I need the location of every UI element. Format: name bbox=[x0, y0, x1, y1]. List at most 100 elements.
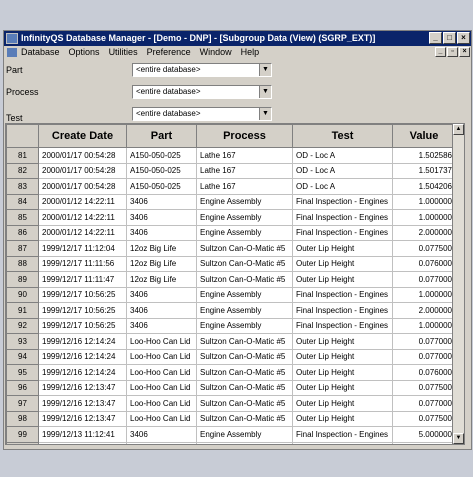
part-cell[interactable]: Loo-Hoo Can Lid bbox=[126, 410, 197, 427]
test-cell[interactable]: Outer Lip Height bbox=[292, 364, 393, 381]
value-cell[interactable]: 0.077500 bbox=[392, 240, 456, 257]
process-cell[interactable]: Sultzon Can-O-Matic #5 bbox=[196, 379, 293, 396]
test-cell[interactable]: Outer Lip Height bbox=[292, 255, 393, 272]
test-select[interactable]: <entire database> ▼ bbox=[132, 107, 272, 121]
test-cell[interactable]: Outer Lip Height bbox=[292, 410, 393, 427]
table-row[interactable]: 89 1999/12/17 11:11:47 12oz Big Life Sultzo… bbox=[6, 271, 456, 288]
part-cell[interactable]: Loo-Hoo Can Lid bbox=[126, 395, 197, 412]
value-cell[interactable]: 0.077000 bbox=[392, 333, 456, 350]
maximize-button[interactable]: □ bbox=[443, 32, 456, 44]
process-cell[interactable]: Sultzon Can-O-Matic #5 bbox=[196, 410, 293, 427]
table-row[interactable]: 98 1999/12/16 12:13:47 Loo-Hoo Can Lid Sult… bbox=[6, 410, 456, 427]
test-cell[interactable]: Outer Lip Height bbox=[292, 379, 393, 396]
table-row[interactable]: 83 2000/01/17 00:54:28 A150-050-025 Lathe 1… bbox=[6, 178, 456, 195]
row-number[interactable]: 84 bbox=[6, 193, 39, 210]
part-cell[interactable]: Loo-Hoo Can Lid bbox=[126, 379, 197, 396]
value-cell[interactable]: 0.077500 bbox=[392, 410, 456, 427]
process-cell[interactable]: Sultzon Can-O-Matic #5 bbox=[196, 364, 293, 381]
value-cell[interactable]: 0.076000 bbox=[392, 255, 456, 272]
create-date-cell[interactable]: 1999/12/17 10:56:25 bbox=[38, 286, 127, 303]
menu-database[interactable]: Database bbox=[21, 47, 60, 57]
menu-options[interactable]: Options bbox=[69, 47, 100, 57]
table-row[interactable]: 87 1999/12/17 11:12:04 12oz Big Life Sultzo… bbox=[6, 240, 456, 257]
test-cell[interactable]: OD - Loc A bbox=[292, 162, 393, 179]
test-cell[interactable]: Outer Lip Height bbox=[292, 348, 393, 365]
row-number[interactable]: 81 bbox=[6, 147, 39, 164]
row-number[interactable]: 95 bbox=[6, 364, 39, 381]
test-cell[interactable]: Outer Lip Height bbox=[292, 271, 393, 288]
child-restore-button[interactable]: ▫ bbox=[447, 47, 458, 57]
corner-cell[interactable] bbox=[6, 124, 39, 148]
create-date-cell[interactable]: 1999/12/16 12:14:24 bbox=[38, 364, 127, 381]
value-cell[interactable]: 1.502586 bbox=[392, 147, 456, 164]
process-cell[interactable]: Engine Assembly bbox=[196, 209, 293, 226]
create-date-cell[interactable]: 1999/12/17 11:12:04 bbox=[38, 240, 127, 257]
create-date-cell[interactable]: 2000/01/12 14:22:11 bbox=[38, 224, 127, 241]
part-cell[interactable]: Loo-Hoo Can Lid bbox=[126, 348, 197, 365]
table-row[interactable]: 82 2000/01/17 00:54:28 A150-050-025 Lathe 1… bbox=[6, 162, 456, 179]
create-date-cell[interactable]: 1999/12/16 12:13:47 bbox=[38, 410, 127, 427]
row-number[interactable]: 82 bbox=[6, 162, 39, 179]
part-cell[interactable]: 3406 bbox=[126, 193, 197, 210]
process-cell[interactable]: Lathe 167 bbox=[196, 178, 293, 195]
part-cell[interactable]: 3406 bbox=[126, 317, 197, 334]
test-cell[interactable]: Final Inspection - Engines bbox=[292, 426, 393, 443]
process-cell[interactable]: Engine Assembly bbox=[196, 302, 293, 319]
table-row[interactable]: 81 2000/01/17 00:54:28 A150-050-025 Lathe 1… bbox=[6, 147, 456, 164]
close-button[interactable]: × bbox=[457, 32, 470, 44]
row-number[interactable]: 92 bbox=[6, 317, 39, 334]
test-cell[interactable]: OD - Loc A bbox=[292, 147, 393, 164]
scroll-down-icon[interactable]: ▼ bbox=[453, 433, 464, 444]
table-row[interactable]: 96 1999/12/16 12:13:47 Loo-Hoo Can Lid Sult… bbox=[6, 379, 456, 396]
process-select[interactable]: <entire database> ▼ bbox=[132, 85, 272, 99]
column-header-create-date[interactable]: Create Date bbox=[38, 124, 127, 148]
dropdown-arrow-icon[interactable]: ▼ bbox=[259, 108, 271, 120]
part-cell[interactable]: 12oz Big Life bbox=[126, 271, 197, 288]
create-date-cell[interactable]: 1999/12/16 12:14:24 bbox=[38, 348, 127, 365]
process-cell[interactable]: Sultzon Can-O-Matic #5 bbox=[196, 271, 293, 288]
dropdown-arrow-icon[interactable]: ▼ bbox=[259, 64, 271, 76]
column-header-value[interactable]: Value bbox=[392, 124, 456, 148]
table-row[interactable]: 86 2000/01/12 14:22:11 3406 Engine Assembly… bbox=[6, 224, 456, 241]
create-date-cell[interactable]: 2000/01/17 00:54:28 bbox=[38, 178, 127, 195]
value-cell[interactable]: 1.000000 bbox=[392, 286, 456, 303]
part-cell[interactable]: 3406 bbox=[126, 209, 197, 226]
scroll-up-icon[interactable]: ▲ bbox=[453, 124, 464, 135]
column-header-test[interactable]: Test bbox=[292, 124, 393, 148]
column-header-part[interactable]: Part bbox=[126, 124, 197, 148]
process-cell[interactable]: Sultzon Can-O-Matic #5 bbox=[196, 348, 293, 365]
dropdown-arrow-icon[interactable]: ▼ bbox=[259, 86, 271, 98]
create-date-cell[interactable]: 1999/12/13 11:12:41 bbox=[38, 426, 127, 443]
part-select[interactable]: <entire database> ▼ bbox=[132, 63, 272, 77]
row-number[interactable]: 90 bbox=[6, 286, 39, 303]
table-row[interactable]: 92 1999/12/17 10:56:25 3406 Engine Assembly… bbox=[6, 317, 456, 334]
create-date-cell[interactable]: 2000/01/12 14:22:11 bbox=[38, 209, 127, 226]
table-row[interactable]: 97 1999/12/16 12:13:47 Loo-Hoo Can Lid Sult… bbox=[6, 395, 456, 412]
value-cell[interactable]: 0.077500 bbox=[392, 379, 456, 396]
column-header-process[interactable]: Process bbox=[196, 124, 293, 148]
test-cell[interactable]: Final Inspection - Engines bbox=[292, 224, 393, 241]
value-cell[interactable]: 0.077000 bbox=[392, 348, 456, 365]
part-cell[interactable]: 3406 bbox=[126, 302, 197, 319]
create-date-cell[interactable]: 2000/01/12 14:22:11 bbox=[38, 193, 127, 210]
process-cell[interactable]: Engine Assembly bbox=[196, 426, 293, 443]
create-date-cell[interactable]: 2000/01/17 00:54:28 bbox=[38, 147, 127, 164]
value-cell[interactable]: 2.000000 bbox=[392, 224, 456, 241]
create-date-cell[interactable]: 1999/12/13 11:12:41 bbox=[38, 441, 127, 444]
test-cell[interactable]: Final Inspection - Engines bbox=[292, 286, 393, 303]
process-cell[interactable]: Sultzon Can-O-Matic #5 bbox=[196, 255, 293, 272]
value-cell[interactable]: 0.077000 bbox=[392, 271, 456, 288]
table-row[interactable]: 84 2000/01/12 14:22:11 3406 Engine Assembly… bbox=[6, 193, 456, 210]
create-date-cell[interactable]: 1999/12/16 12:13:47 bbox=[38, 395, 127, 412]
test-cell[interactable]: Final Inspection - Engines bbox=[292, 193, 393, 210]
menu-window[interactable]: Window bbox=[200, 47, 232, 57]
create-date-cell[interactable]: 1999/12/16 12:13:47 bbox=[38, 379, 127, 396]
process-cell[interactable]: Engine Assembly bbox=[196, 193, 293, 210]
data-grid[interactable]: Create Date Part Process Test Value 81 20… bbox=[5, 123, 465, 445]
part-cell[interactable]: 3406 bbox=[126, 224, 197, 241]
row-number[interactable]: 87 bbox=[6, 240, 39, 257]
test-cell[interactable]: Outer Lip Height bbox=[292, 395, 393, 412]
process-cell[interactable]: Lathe 167 bbox=[196, 147, 293, 164]
scroll-thumb[interactable] bbox=[453, 135, 464, 435]
part-cell[interactable]: 3406 bbox=[126, 441, 197, 444]
